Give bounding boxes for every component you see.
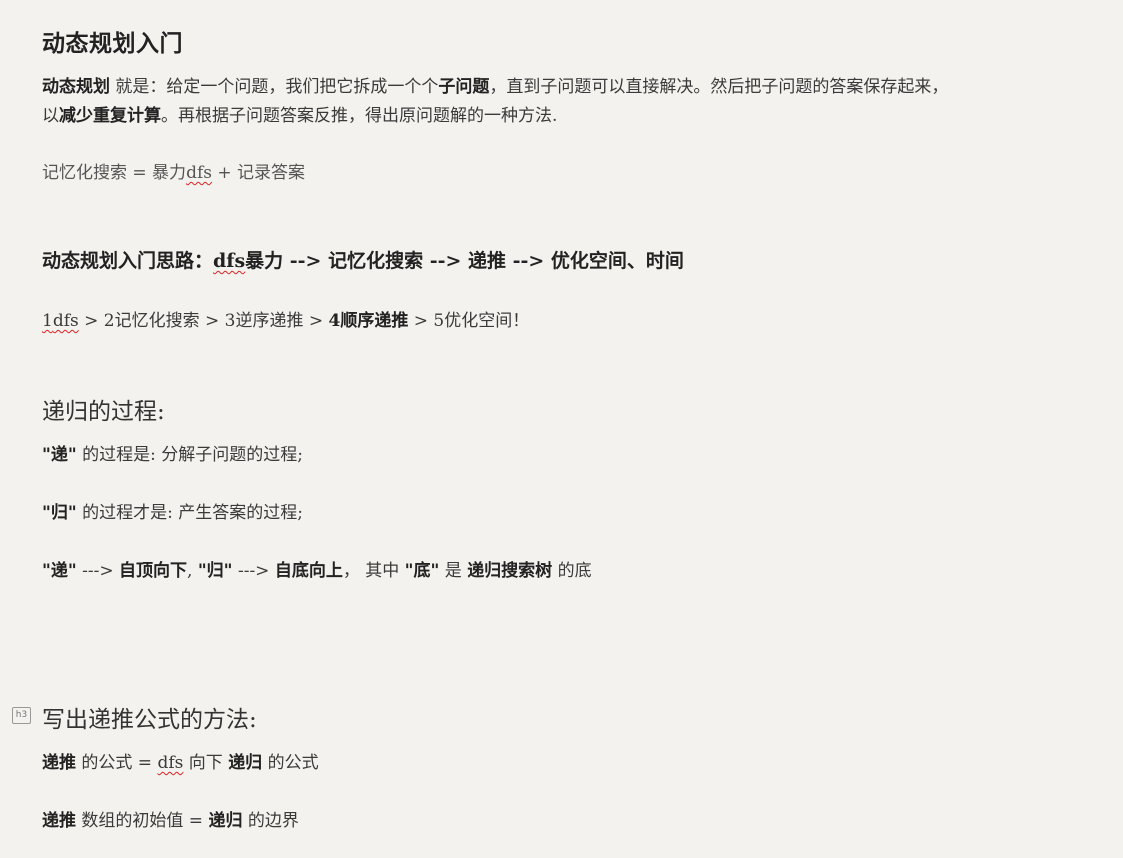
steps-line: 1dfs > 2记忆化搜索 > 3逆序递推 > 4顺序递推 > 5优化空间！	[42, 311, 530, 331]
intro-line-1: 动态规划 就是：给定一个问题，我们把它拆成一个个子问题，直到子问题可以直接解决。…	[42, 77, 949, 97]
intro-line-2: 以减少重复计算。再根据子问题答案反推，得出原问题解的一种方法.	[42, 106, 558, 126]
recursion-heading: 递归的过程:	[42, 399, 165, 425]
page-title: 动态规划入门	[42, 30, 183, 57]
recursion-line-1: "递" 的过程是: 分解子问题的过程;	[42, 445, 303, 465]
formula-line-1: 递推 的公式 = dfs 向下 递归 的公式	[42, 753, 319, 773]
recursion-line-3: "递" ---> 自顶向下, "归" ---> 自底向上， 其中 "底" 是 递…	[42, 561, 592, 581]
memo-line: 记忆化搜索 = 暴力dfs + 记录答案	[42, 163, 306, 183]
formula-line-2: 递推 数组的初始值 = 递归 的边界	[42, 811, 299, 831]
recursion-line-2: "归" 的过程才是: 产生答案的过程;	[42, 503, 303, 523]
roadmap-heading: 动态规划入门思路：dfs暴力 --> 记忆化搜索 --> 递推 --> 优化空间…	[42, 250, 684, 272]
heading-level-badge[interactable]: h3	[12, 707, 31, 724]
formula-heading: 写出递推公式的方法:	[42, 707, 257, 733]
intro-paragraph: 动态规划 就是：给定一个问题，我们把它拆成一个个子问题，直到子问题可以直接解决。…	[42, 73, 948, 131]
